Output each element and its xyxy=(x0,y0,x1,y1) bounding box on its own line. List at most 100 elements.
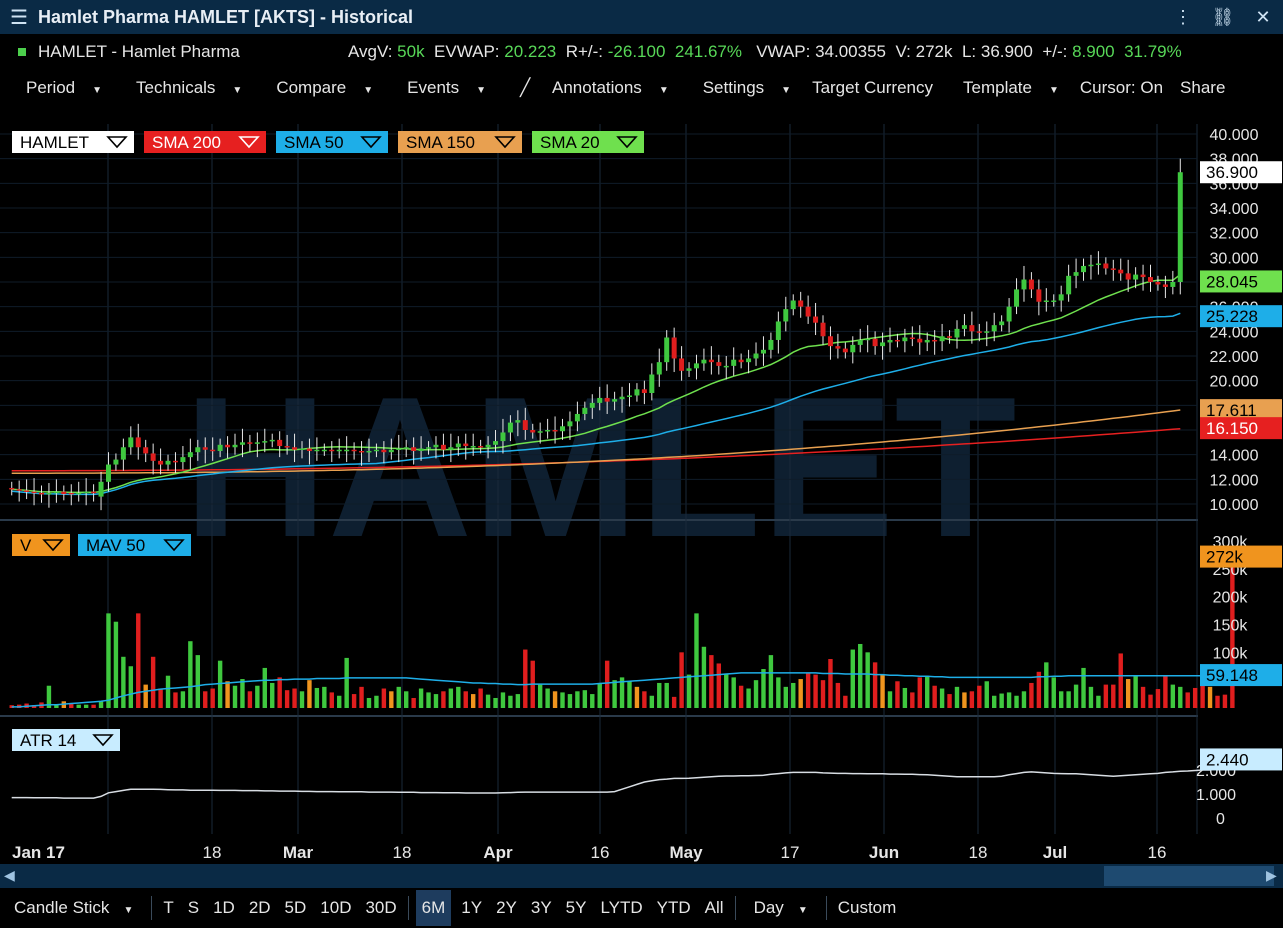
volume-bar xyxy=(1222,694,1228,708)
range-change-pct: 241.67% xyxy=(674,42,743,61)
x-tick-label: 18 xyxy=(969,843,988,862)
legend-sma200-label: SMA 200 xyxy=(152,133,221,152)
candle-body xyxy=(306,448,312,451)
legend-mav50[interactable]: MAV 50 xyxy=(78,534,191,556)
candle-body xyxy=(53,491,59,494)
candle-body xyxy=(411,447,417,451)
volume-bar xyxy=(188,641,193,708)
legend-hamlet[interactable]: HAMLET xyxy=(12,131,134,153)
legend-sma150[interactable]: SMA 150 xyxy=(398,131,522,153)
atr-y-tick: 0 xyxy=(1216,811,1225,828)
hamburger-menu-icon[interactable]: ☰ xyxy=(0,5,38,30)
events-menu[interactable]: Events ▼ xyxy=(394,78,490,98)
range-5d[interactable]: 5D xyxy=(285,898,307,918)
volume-bar xyxy=(270,682,275,708)
volume-bar xyxy=(679,652,684,708)
range-6m[interactable]: 6M xyxy=(415,890,452,926)
price-y-tick: 20.000 xyxy=(1210,374,1259,391)
volume-value: 272k xyxy=(915,42,953,61)
candle-body xyxy=(909,337,915,339)
share-button[interactable]: Share xyxy=(1180,78,1225,98)
candle-body xyxy=(105,464,111,482)
scroll-thumb[interactable] xyxy=(1104,866,1274,886)
volume-bar xyxy=(381,688,387,708)
candle-body xyxy=(463,443,469,447)
scroll-left-icon[interactable]: ◀ xyxy=(4,867,15,884)
legend-sma200[interactable]: SMA 200 xyxy=(144,131,266,153)
scroll-right-icon[interactable]: ▶ xyxy=(1266,867,1277,884)
volume-bar xyxy=(567,694,573,708)
window-title: Hamlet Pharma HAMLET [AKTS] - Historical xyxy=(38,6,414,27)
candle-body xyxy=(760,349,766,354)
candle-body xyxy=(448,447,454,450)
settings-menu[interactable]: Settings ▼ xyxy=(690,78,795,98)
chart-area[interactable]: HAMLET Jan 17 18 Mar 18 Apr 16 May 17 Jun 18 Jul 16… xyxy=(0,104,1283,864)
volume-bar xyxy=(1073,684,1079,708)
compare-menu[interactable]: Compare ▼ xyxy=(263,78,377,98)
candle-body xyxy=(1140,274,1146,278)
chart-style-menu[interactable]: Candle Stick ▼ xyxy=(7,898,140,918)
time-scrollbar[interactable]: ◀ ▶ xyxy=(0,864,1283,888)
candle-body xyxy=(31,491,37,494)
volume-bar xyxy=(418,688,424,708)
target-currency-button[interactable]: Target Currency xyxy=(812,78,933,98)
candle-body xyxy=(723,365,729,368)
range-2d[interactable]: 2D xyxy=(249,898,271,918)
candle-body xyxy=(619,396,625,400)
volume-bar xyxy=(1006,692,1012,708)
interval-menu[interactable]: Day ▼ xyxy=(747,898,815,918)
annotations-menu[interactable]: ╱ Annotations ▼ xyxy=(507,78,673,98)
range-t[interactable]: T xyxy=(163,898,173,918)
range-3y[interactable]: 3Y xyxy=(531,898,552,918)
instrument-color-marker xyxy=(18,48,26,56)
candle-body xyxy=(738,359,744,363)
change-value: 8.900 xyxy=(1072,42,1115,61)
volume-bar xyxy=(1066,691,1071,708)
atr-tag: 2.440 xyxy=(1206,750,1249,769)
change-pct: 31.79% xyxy=(1124,42,1182,61)
candle-body xyxy=(1155,282,1161,285)
close-icon[interactable]: ✕ xyxy=(1243,7,1283,28)
range-1d[interactable]: 1D xyxy=(213,898,235,918)
range-10d[interactable]: 10D xyxy=(320,898,351,918)
legend-sma50[interactable]: SMA 50 xyxy=(276,131,388,153)
unlink-icon[interactable]: ⛓ xyxy=(1203,7,1243,28)
volume-bar xyxy=(1192,687,1198,708)
range-30d[interactable]: 30D xyxy=(365,898,396,918)
sma200-tag: 16.150 xyxy=(1206,419,1258,438)
x-tick-label: 18 xyxy=(393,843,412,862)
cursor-toggle[interactable]: Cursor: On xyxy=(1080,78,1163,98)
candle-body xyxy=(574,413,580,422)
vwap-label: VWAP: xyxy=(756,42,811,61)
volume-bar xyxy=(664,682,669,708)
technicals-menu[interactable]: Technicals ▼ xyxy=(123,78,246,98)
candle-body xyxy=(38,492,44,495)
range-ytd[interactable]: YTD xyxy=(657,898,691,918)
volume-bar xyxy=(463,691,468,708)
legend-volume[interactable]: V xyxy=(12,534,70,556)
template-menu[interactable]: Template ▼ xyxy=(950,78,1063,98)
range-lytd[interactable]: LYTD xyxy=(600,898,642,918)
range-1y[interactable]: 1Y xyxy=(461,898,482,918)
period-menu[interactable]: Period ▼ xyxy=(13,78,106,98)
more-options-icon[interactable]: ⋮ xyxy=(1163,7,1203,28)
candle-body xyxy=(582,407,588,414)
range-all[interactable]: All xyxy=(705,898,724,918)
volume-bar xyxy=(858,643,863,708)
legend-sma20[interactable]: SMA 20 xyxy=(532,131,644,153)
candle-body xyxy=(1058,294,1064,301)
candle-body xyxy=(373,449,379,452)
custom-range-button[interactable]: Custom xyxy=(838,898,897,918)
candle-body xyxy=(269,439,275,442)
volume-bar xyxy=(1148,694,1153,708)
range-2y[interactable]: 2Y xyxy=(496,898,517,918)
volume-bar xyxy=(314,687,320,708)
candle-body xyxy=(284,446,290,448)
x-tick-label: 16 xyxy=(591,843,610,862)
volume-bar xyxy=(776,677,781,708)
candle-body xyxy=(262,441,268,443)
legend-atr[interactable]: ATR 14 xyxy=(12,729,120,751)
range-5y[interactable]: 5Y xyxy=(566,898,587,918)
candle-body xyxy=(545,430,551,432)
range-s[interactable]: S xyxy=(188,898,199,918)
